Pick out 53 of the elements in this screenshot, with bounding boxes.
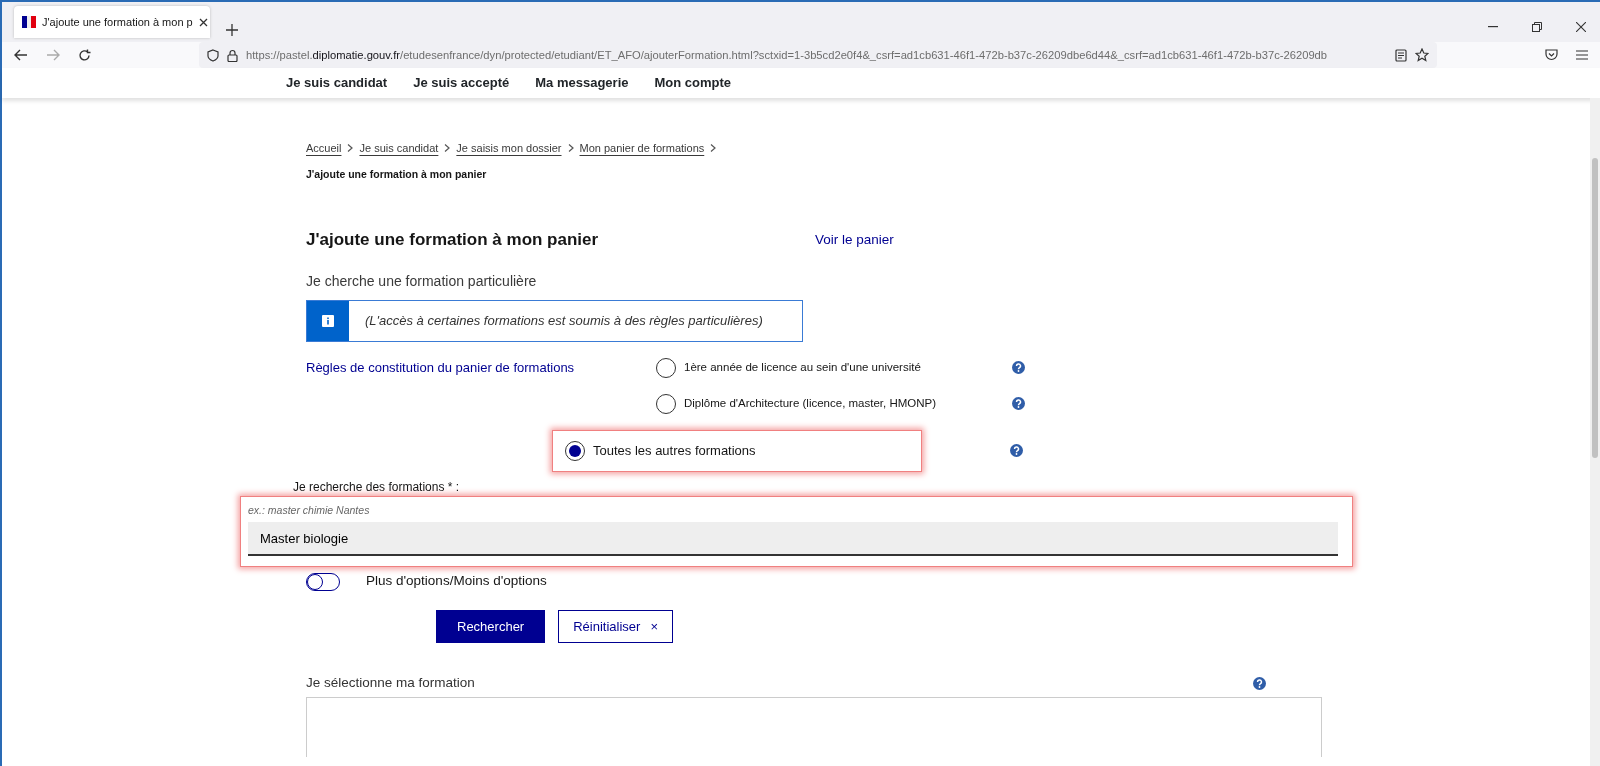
breadcrumb-link[interactable]: Je suis candidat <box>359 140 439 157</box>
shield-icon <box>207 48 219 62</box>
restore-icon[interactable] <box>1532 22 1542 32</box>
new-tab-icon[interactable] <box>226 24 238 36</box>
nav-link-item[interactable]: Ma messagerie <box>535 73 629 93</box>
close-icon[interactable] <box>198 17 208 27</box>
menu-icon[interactable] <box>1576 50 1588 60</box>
chevron-icon <box>444 144 451 153</box>
back-arrow-icon[interactable] <box>14 49 28 61</box>
search-input[interactable]: Master biologie <box>248 522 1338 557</box>
breadcrumb-link[interactable]: Accueil <box>306 140 342 157</box>
flag-icon <box>22 16 36 28</box>
help-icon[interactable] <box>1012 397 1025 411</box>
view-cart-link[interactable]: Voir le panier <box>815 230 894 251</box>
help-icon[interactable] <box>1253 676 1266 690</box>
star-icon[interactable] <box>1415 48 1429 62</box>
nav-link-item[interactable]: Je suis accepté <box>413 73 510 93</box>
browser-tab[interactable]: J'ajoute une formation à mon p <box>14 6 210 38</box>
options-toggle-label: Plus d'options/Moins d'options <box>366 572 547 591</box>
page-title: J'ajoute une formation à mon panier <box>306 230 600 251</box>
breadcrumb-link[interactable]: Je saisis mon dossier <box>456 140 562 157</box>
padlock-icon <box>227 48 238 62</box>
help-icon[interactable] <box>1012 361 1025 375</box>
nav-link-item[interactable]: Je suis candidat <box>286 73 388 93</box>
option-label: Diplôme d'Architecture (licence, master, HMONP) <box>684 396 937 411</box>
minimize-icon[interactable] <box>1488 26 1498 28</box>
field-hint: ex.: master chimie Nantes <box>248 502 371 518</box>
chevron-icon <box>347 144 354 153</box>
chevron-icon <box>710 144 717 153</box>
close-icon[interactable] <box>1576 22 1586 32</box>
section-subtitle: Je cherche une formation particulière <box>306 271 538 291</box>
close-icon: × <box>650 618 658 634</box>
info-notice: (L'accès à certaines formations est soumis à des règles particulières) <box>306 299 803 342</box>
reader-view-icon[interactable] <box>1395 48 1407 62</box>
url-text: https://pastel.diplomatie.gouv.fr/etudesenfrance/dyn/protected/etudiant/ET_AFO/ajouterFormation.html?sctxid=1-3b5cd2e0f4&_csrf=ad1cb631-46f1-472b-b37c-26209dbe6d44&_csrf=ad1cb631-46f1-472b-b37c-26209db <box>246 47 1328 63</box>
option-label: 1ère année de licence au sein d'une université <box>684 360 921 375</box>
breadcrumb-link[interactable]: Mon panier de formations <box>579 140 705 157</box>
rules-link[interactable]: Règles de constitution du panier de formations <box>306 357 656 378</box>
option-label: Toutes les autres formations <box>593 441 756 460</box>
reload-icon[interactable] <box>78 48 91 62</box>
scrollbar-thumb[interactable] <box>1592 158 1598 458</box>
section-heading: Je sélectionne ma formation <box>306 674 475 693</box>
tab-title: J'ajoute une formation à mon p <box>42 14 193 30</box>
reset-button[interactable]: Réinitialiser × <box>558 609 673 644</box>
pocket-icon[interactable] <box>1545 49 1558 61</box>
current-page-crumb: J'ajoute une formation à mon panier <box>306 166 488 182</box>
info-icon <box>322 314 334 327</box>
help-icon[interactable] <box>1010 444 1023 458</box>
search-label: Je recherche des formations * : <box>293 478 461 496</box>
nav-link-item[interactable]: Mon compte <box>654 73 732 93</box>
highlighted-search-field[interactable]: ex.: master chimie Nantes Master biologie <box>240 495 1353 568</box>
chevron-icon <box>567 144 574 153</box>
search-button[interactable]: Rechercher <box>436 609 546 644</box>
